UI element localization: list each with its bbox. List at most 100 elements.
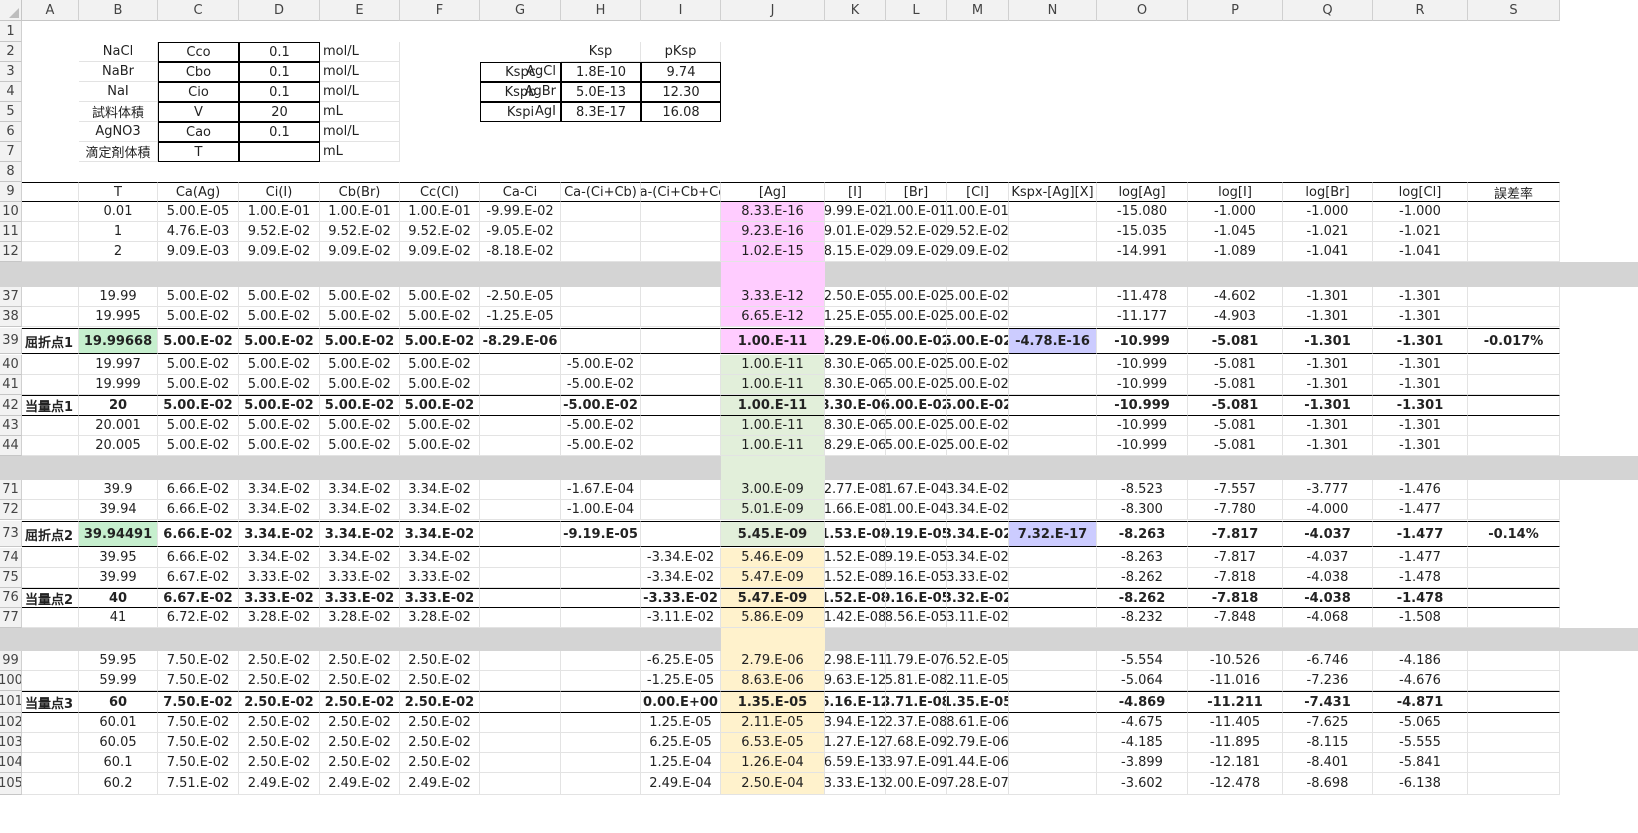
data-cell[interactable]: 1.00.E-01 xyxy=(400,202,480,222)
data-cell[interactable]: 5.00.E-02 xyxy=(947,307,1009,327)
data-cell[interactable]: 7.50.E-02 xyxy=(158,651,239,671)
data-cell[interactable]: 5.00.E-02 xyxy=(400,287,480,307)
data-cell[interactable] xyxy=(1468,500,1560,520)
data-cell[interactable]: -7.431 xyxy=(1283,691,1373,713)
data-cell[interactable]: 5.00.E-02 xyxy=(400,395,480,416)
data-cell[interactable] xyxy=(480,521,561,547)
data-cell[interactable]: 40 xyxy=(79,588,158,608)
row-header[interactable]: 105 xyxy=(0,773,22,795)
data-cell[interactable] xyxy=(480,416,561,436)
data-cell[interactable] xyxy=(561,588,641,608)
param-unit-label[interactable]: mol/L xyxy=(320,82,400,102)
data-cell[interactable] xyxy=(1468,480,1560,500)
data-cell[interactable] xyxy=(1009,671,1097,691)
data-cell[interactable]: 2.50.E-05 xyxy=(825,287,886,307)
data-cell[interactable]: -5.065 xyxy=(1373,713,1468,733)
data-cell[interactable]: -1.477 xyxy=(1373,521,1468,547)
ag-cell[interactable]: 5.45.E-09 xyxy=(721,521,825,547)
data-cell[interactable]: 3.34.E-02 xyxy=(320,548,400,568)
data-cell[interactable]: -10.999 xyxy=(1097,328,1188,354)
data-cell[interactable]: 5.00.E-02 xyxy=(320,375,400,395)
data-cell[interactable]: -0.017% xyxy=(1468,328,1560,354)
param-name-label[interactable]: NaI xyxy=(79,82,158,102)
data-cell[interactable]: 4.76.E-03 xyxy=(158,222,239,242)
row-header[interactable]: 3 xyxy=(0,62,22,82)
data-cell[interactable]: 2.49.E-02 xyxy=(400,773,480,795)
data-cell[interactable] xyxy=(561,773,641,795)
data-cell[interactable]: -4.037 xyxy=(1283,548,1373,568)
data-cell[interactable]: 9.09.E-02 xyxy=(320,242,400,262)
data-cell[interactable]: -4.675 xyxy=(1097,713,1188,733)
data-cell[interactable]: -10.999 xyxy=(1097,355,1188,375)
data-cell[interactable] xyxy=(480,548,561,568)
data-cell[interactable]: -3.34.E-02 xyxy=(641,568,721,588)
data-cell[interactable]: -7.818 xyxy=(1188,588,1283,608)
ksp-symbol-cell[interactable]: Kspc xyxy=(480,62,561,82)
data-cell[interactable]: -5.081 xyxy=(1188,375,1283,395)
data-cell[interactable]: 60.1 xyxy=(79,753,158,773)
data-cell[interactable] xyxy=(561,307,641,327)
data-cell[interactable]: 3.33.E-02 xyxy=(239,588,320,608)
data-cell[interactable] xyxy=(1468,307,1560,327)
data-cell[interactable]: -1.00.E-04 xyxy=(561,500,641,520)
data-cell[interactable]: -1.478 xyxy=(1373,568,1468,588)
data-cell[interactable]: -4.186 xyxy=(1373,651,1468,671)
data-cell[interactable]: -6.746 xyxy=(1283,651,1373,671)
data-cell[interactable] xyxy=(1009,713,1097,733)
data-cell[interactable]: 2.50.E-02 xyxy=(400,671,480,691)
data-cell[interactable]: -11.895 xyxy=(1188,733,1283,753)
column-header-d[interactable]: D xyxy=(239,0,320,21)
data-cell[interactable] xyxy=(1009,651,1097,671)
ag-cell[interactable]: 5.86.E-09 xyxy=(721,608,825,628)
data-cell[interactable]: 7.50.E-02 xyxy=(158,671,239,691)
table-header-13[interactable]: Kspx-[Ag][X] xyxy=(1009,182,1097,202)
data-cell[interactable] xyxy=(561,713,641,733)
select-all-corner[interactable] xyxy=(0,0,22,21)
param-value-input[interactable]: 0.1 xyxy=(239,82,320,102)
data-cell[interactable] xyxy=(22,416,79,436)
data-cell[interactable]: 5.00.E-02 xyxy=(239,355,320,375)
data-cell[interactable]: 3.33.E-02 xyxy=(320,588,400,608)
data-cell[interactable]: 3.34.E-02 xyxy=(320,500,400,520)
ksp-value-cell[interactable]: 1.8E-10 xyxy=(561,62,641,82)
data-cell[interactable]: -4.185 xyxy=(1097,733,1188,753)
column-header-b[interactable]: B xyxy=(79,0,158,21)
data-cell[interactable]: 7.51.E-02 xyxy=(158,773,239,795)
table-header-14[interactable]: log[Ag] xyxy=(1097,182,1188,202)
param-value-input[interactable]: 0.1 xyxy=(239,62,320,82)
data-cell[interactable]: 5.00.E-02 xyxy=(886,307,947,327)
data-cell[interactable]: -9.99.E-02 xyxy=(480,202,561,222)
data-cell[interactable]: 5.00.E-02 xyxy=(239,416,320,436)
data-cell[interactable]: 3.33.E-02 xyxy=(947,568,1009,588)
data-cell[interactable]: 7.28.E-07 xyxy=(947,773,1009,795)
column-header-i[interactable]: I xyxy=(641,0,721,21)
data-cell[interactable] xyxy=(561,568,641,588)
ag-cell[interactable]: 1.00.E-11 xyxy=(721,355,825,375)
data-cell[interactable] xyxy=(1009,588,1097,608)
data-cell[interactable]: 5.00.E-02 xyxy=(239,436,320,456)
data-cell[interactable]: -15.035 xyxy=(1097,222,1188,242)
param-symbol-cell[interactable]: Cco xyxy=(158,42,239,62)
ag-cell[interactable]: 1.00.E-11 xyxy=(721,416,825,436)
data-cell[interactable] xyxy=(1009,568,1097,588)
point-label[interactable]: 当量点2 xyxy=(22,588,79,608)
column-header-g[interactable]: G xyxy=(480,0,561,21)
data-cell[interactable]: 9.19.E-05 xyxy=(886,548,947,568)
data-cell[interactable]: 8.56.E-05 xyxy=(886,608,947,628)
data-cell[interactable]: 6.67.E-02 xyxy=(158,588,239,608)
data-cell[interactable] xyxy=(22,568,79,588)
ag-cell[interactable]: 5.01.E-09 xyxy=(721,500,825,520)
data-cell[interactable]: 1.25.E-04 xyxy=(641,753,721,773)
row-header[interactable]: 73 xyxy=(0,521,22,547)
data-cell[interactable]: 5.00.E-02 xyxy=(158,395,239,416)
data-cell[interactable] xyxy=(1468,395,1560,416)
data-cell[interactable] xyxy=(1009,202,1097,222)
table-header-11[interactable]: [Br] xyxy=(886,182,947,202)
data-cell[interactable]: 7.68.E-09 xyxy=(886,733,947,753)
data-cell[interactable]: 3.33.E-02 xyxy=(400,568,480,588)
data-cell[interactable] xyxy=(1468,222,1560,242)
data-cell[interactable]: -9.05.E-02 xyxy=(480,222,561,242)
ag-cell[interactable]: 5.47.E-09 xyxy=(721,588,825,608)
data-cell[interactable]: -8.300 xyxy=(1097,500,1188,520)
row-header[interactable]: 44 xyxy=(0,436,22,456)
